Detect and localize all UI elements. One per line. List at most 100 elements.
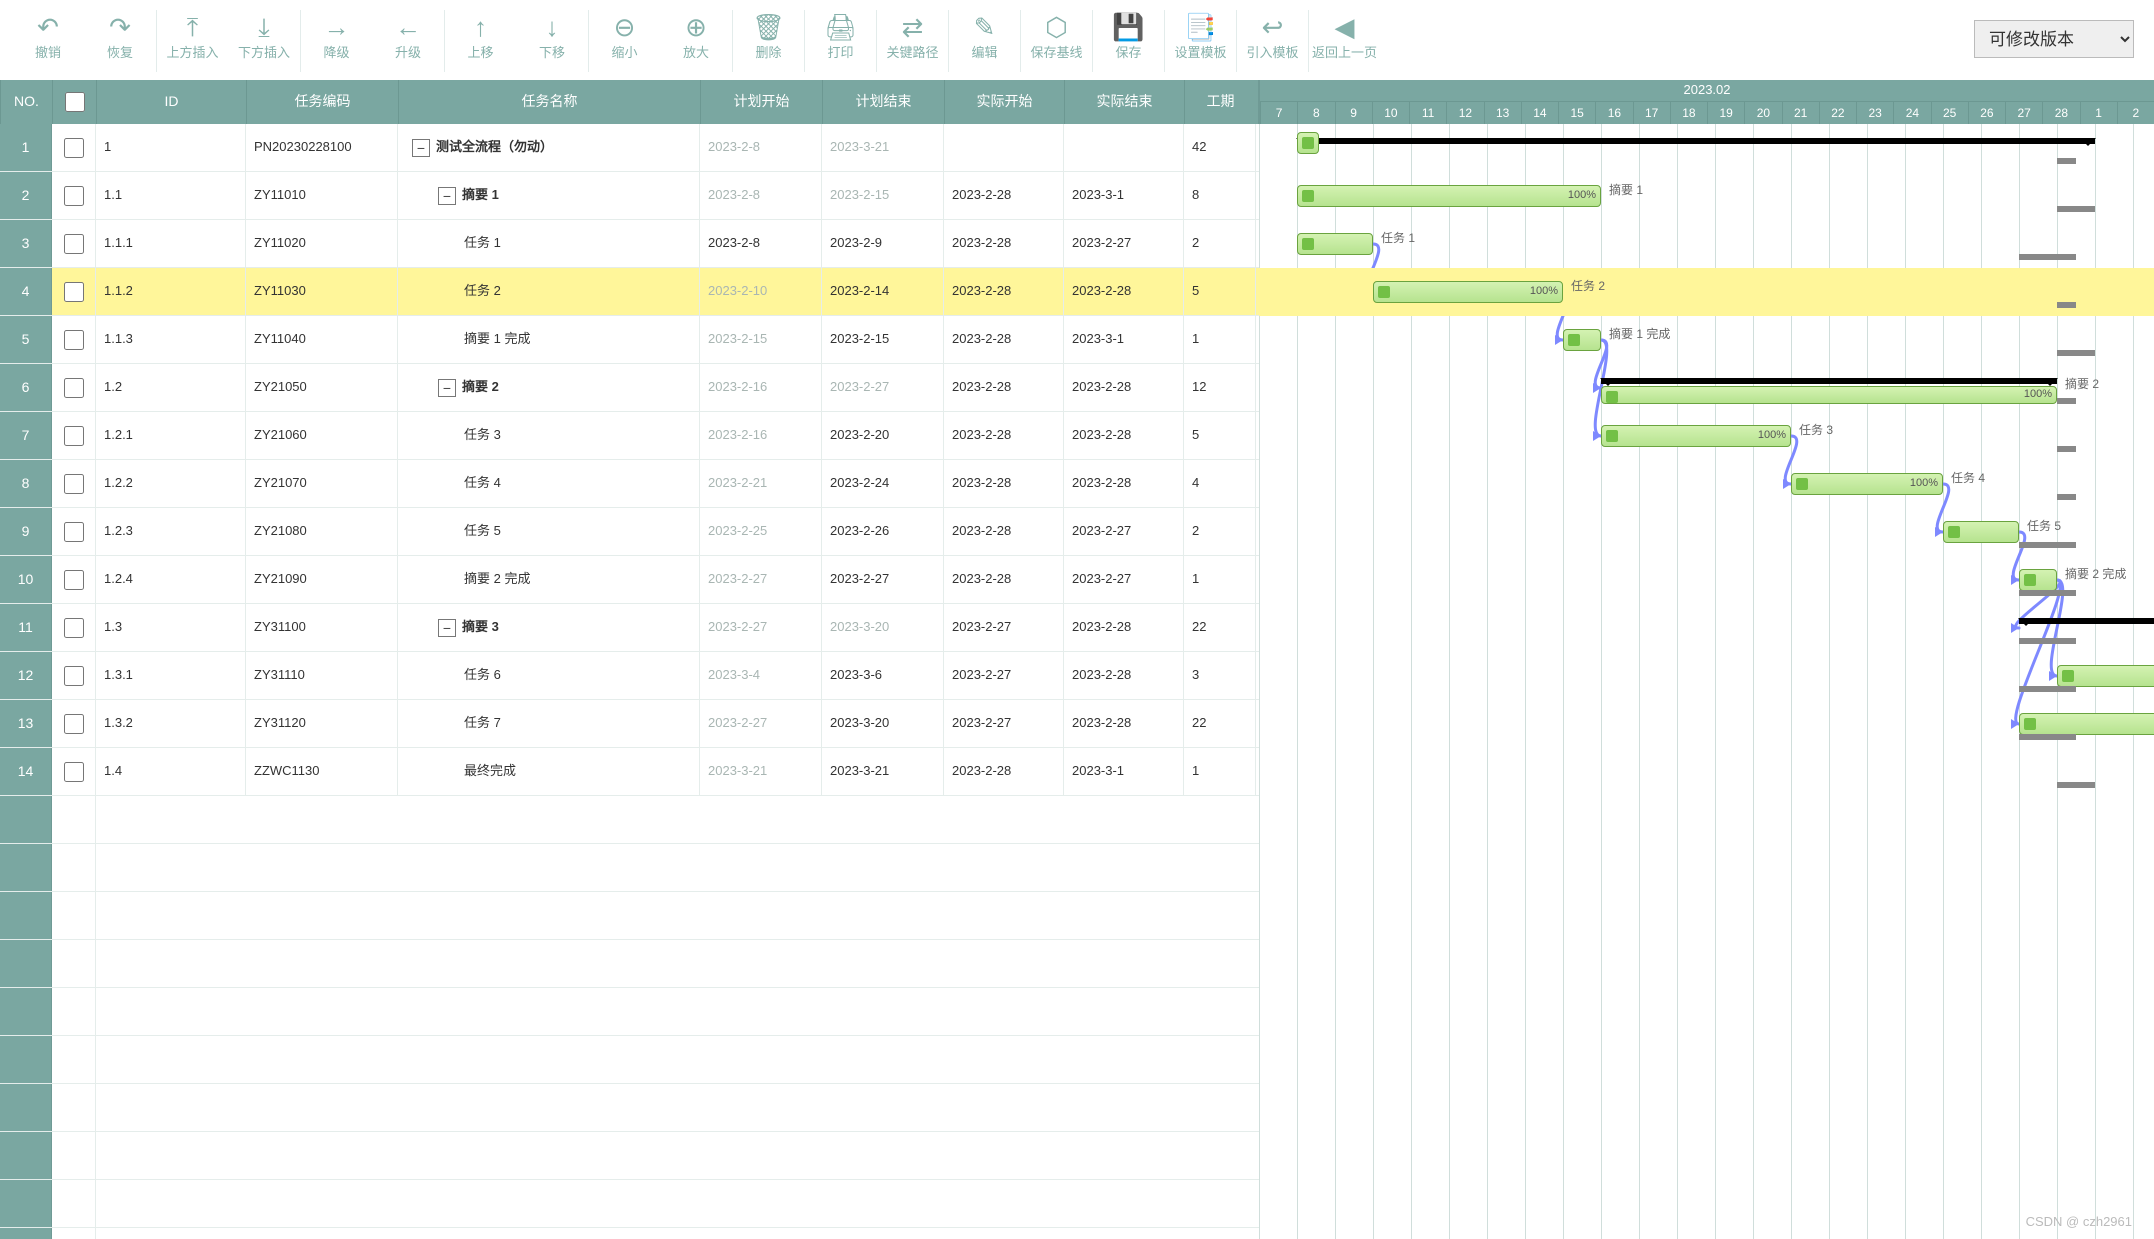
cell-name[interactable]: − 摘要 1 bbox=[398, 172, 700, 219]
table-row[interactable]: 10 1.2.4 ZY21090 摘要 2 完成 2023-2-27 2023-… bbox=[0, 556, 1259, 604]
cell-plan-end[interactable]: 2023-2-26 bbox=[822, 508, 944, 555]
gantt-row[interactable] bbox=[1259, 460, 2154, 508]
cell-name[interactable]: 任务 3 bbox=[398, 412, 700, 459]
cell-code[interactable]: ZY21060 bbox=[246, 412, 398, 459]
table-row[interactable]: 2 1.1 ZY11010 − 摘要 1 2023-2-8 2023-2-15 … bbox=[0, 172, 1259, 220]
cell-id[interactable]: 1.3.2 bbox=[96, 700, 246, 747]
cell-duration[interactable]: 1 bbox=[1184, 316, 1256, 363]
gantt-bar[interactable] bbox=[2019, 569, 2057, 591]
col-checkbox[interactable] bbox=[52, 80, 96, 124]
gantt-summary-bar[interactable] bbox=[1297, 138, 2095, 144]
row-checkbox[interactable] bbox=[52, 748, 96, 795]
cell-duration[interactable]: 3 bbox=[1184, 652, 1256, 699]
cell-act-start[interactable]: 2023-2-28 bbox=[944, 556, 1064, 603]
cell-code[interactable]: ZZWC1130 bbox=[246, 748, 398, 795]
tb-tpl-set[interactable]: 📑 设置模板 bbox=[1164, 10, 1236, 72]
expand-icon[interactable]: − bbox=[412, 139, 430, 157]
table-row[interactable]: 9 1.2.3 ZY21080 任务 5 2023-2-25 2023-2-26… bbox=[0, 508, 1259, 556]
cell-code[interactable]: ZY31100 bbox=[246, 604, 398, 651]
tb-redo[interactable]: ↷ 恢复 bbox=[84, 10, 156, 72]
tb-back[interactable]: ◀ 返回上一页 bbox=[1308, 10, 1380, 72]
row-checkbox[interactable] bbox=[52, 508, 96, 555]
tb-down[interactable]: ↓ 下移 bbox=[516, 10, 588, 72]
cell-duration[interactable]: 2 bbox=[1184, 220, 1256, 267]
cell-act-end[interactable]: 2023-2-28 bbox=[1064, 268, 1184, 315]
row-checkbox[interactable] bbox=[52, 556, 96, 603]
col-code[interactable]: 任务编码 bbox=[246, 80, 398, 124]
gantt-bar[interactable]: 100% bbox=[1601, 386, 2057, 404]
gantt-bar[interactable] bbox=[2057, 665, 2154, 687]
cell-act-end[interactable]: 2023-3-1 bbox=[1064, 316, 1184, 363]
cell-code[interactable]: ZY11040 bbox=[246, 316, 398, 363]
cell-duration[interactable]: 1 bbox=[1184, 556, 1256, 603]
expand-icon[interactable]: − bbox=[438, 619, 456, 637]
cell-act-start[interactable] bbox=[944, 124, 1064, 171]
table-row[interactable]: 5 1.1.3 ZY11040 摘要 1 完成 2023-2-15 2023-2… bbox=[0, 316, 1259, 364]
gantt-body[interactable]: 100%摘要 1任务 1100%任务 2摘要 1 完成100%摘要 2100%任… bbox=[1259, 124, 2154, 1239]
gantt-summary-bar[interactable] bbox=[2019, 618, 2154, 624]
cell-plan-end[interactable]: 2023-3-20 bbox=[822, 700, 944, 747]
cell-duration[interactable]: 1 bbox=[1184, 748, 1256, 795]
cell-plan-end[interactable]: 2023-2-15 bbox=[822, 172, 944, 219]
cell-name[interactable]: 任务 2 bbox=[398, 268, 700, 315]
cell-name[interactable]: 任务 4 bbox=[398, 460, 700, 507]
gantt-row[interactable] bbox=[1259, 748, 2154, 796]
cell-act-start[interactable]: 2023-2-28 bbox=[944, 460, 1064, 507]
row-checkbox[interactable] bbox=[52, 172, 96, 219]
cell-plan-end[interactable]: 2023-2-27 bbox=[822, 556, 944, 603]
cell-plan-end[interactable]: 2023-2-14 bbox=[822, 268, 944, 315]
tb-zoom-out[interactable]: ⊖ 缩小 bbox=[588, 10, 660, 72]
cell-act-start[interactable]: 2023-2-28 bbox=[944, 172, 1064, 219]
cell-name[interactable]: 任务 1 bbox=[398, 220, 700, 267]
cell-code[interactable]: ZY21090 bbox=[246, 556, 398, 603]
cell-duration[interactable]: 22 bbox=[1184, 604, 1256, 651]
cell-plan-end[interactable]: 2023-3-21 bbox=[822, 748, 944, 795]
table-row[interactable]: 3 1.1.1 ZY11020 任务 1 2023-2-8 2023-2-9 2… bbox=[0, 220, 1259, 268]
cell-duration[interactable]: 4 bbox=[1184, 460, 1256, 507]
cell-duration[interactable]: 42 bbox=[1184, 124, 1256, 171]
cell-plan-start[interactable]: 2023-2-8 bbox=[700, 220, 822, 267]
col-act-start[interactable]: 实际开始 bbox=[944, 80, 1064, 124]
table-row[interactable]: 14 1.4 ZZWC1130 最终完成 2023-3-21 2023-3-21… bbox=[0, 748, 1259, 796]
tb-zoom-in[interactable]: ⊕ 放大 bbox=[660, 10, 732, 72]
cell-name[interactable]: 任务 7 bbox=[398, 700, 700, 747]
cell-duration[interactable]: 8 bbox=[1184, 172, 1256, 219]
cell-plan-start[interactable]: 2023-2-8 bbox=[700, 124, 822, 171]
version-select[interactable]: 可修改版本 bbox=[1974, 20, 2134, 58]
cell-act-start[interactable]: 2023-2-27 bbox=[944, 604, 1064, 651]
cell-name[interactable]: 任务 6 bbox=[398, 652, 700, 699]
cell-plan-end[interactable]: 2023-3-20 bbox=[822, 604, 944, 651]
cell-act-start[interactable]: 2023-2-28 bbox=[944, 748, 1064, 795]
cell-plan-start[interactable]: 2023-2-27 bbox=[700, 700, 822, 747]
gantt-bar[interactable]: 100% bbox=[1373, 281, 1563, 303]
tb-undo[interactable]: ↶ 撤销 bbox=[12, 10, 84, 72]
cell-code[interactable]: ZY21070 bbox=[246, 460, 398, 507]
col-plan-start[interactable]: 计划开始 bbox=[700, 80, 822, 124]
cell-act-end[interactable]: 2023-3-1 bbox=[1064, 172, 1184, 219]
cell-id[interactable]: 1.2.1 bbox=[96, 412, 246, 459]
cell-plan-end[interactable]: 2023-2-9 bbox=[822, 220, 944, 267]
cell-code[interactable]: ZY31120 bbox=[246, 700, 398, 747]
cell-name[interactable]: 最终完成 bbox=[398, 748, 700, 795]
cell-plan-end[interactable]: 2023-3-6 bbox=[822, 652, 944, 699]
cell-code[interactable]: ZY11030 bbox=[246, 268, 398, 315]
gantt-bar[interactable] bbox=[1563, 329, 1601, 351]
cell-act-end[interactable]: 2023-2-28 bbox=[1064, 604, 1184, 651]
gantt-marker[interactable] bbox=[1297, 132, 1319, 154]
cell-act-end[interactable]: 2023-2-27 bbox=[1064, 220, 1184, 267]
cell-duration[interactable]: 5 bbox=[1184, 268, 1256, 315]
cell-act-end[interactable] bbox=[1064, 124, 1184, 171]
cell-act-end[interactable]: 2023-2-28 bbox=[1064, 700, 1184, 747]
cell-act-start[interactable]: 2023-2-27 bbox=[944, 652, 1064, 699]
cell-id[interactable]: 1.3.1 bbox=[96, 652, 246, 699]
cell-plan-start[interactable]: 2023-2-16 bbox=[700, 364, 822, 411]
cell-act-start[interactable]: 2023-2-28 bbox=[944, 412, 1064, 459]
cell-plan-start[interactable]: 2023-2-10 bbox=[700, 268, 822, 315]
cell-id[interactable]: 1.3 bbox=[96, 604, 246, 651]
cell-name[interactable]: − 摘要 3 bbox=[398, 604, 700, 651]
cell-id[interactable]: 1 bbox=[96, 124, 246, 171]
row-checkbox[interactable] bbox=[52, 700, 96, 747]
cell-act-end[interactable]: 2023-2-27 bbox=[1064, 556, 1184, 603]
col-plan-end[interactable]: 计划结束 bbox=[822, 80, 944, 124]
tb-baseline[interactable]: ⬡ 保存基线 bbox=[1020, 10, 1092, 72]
